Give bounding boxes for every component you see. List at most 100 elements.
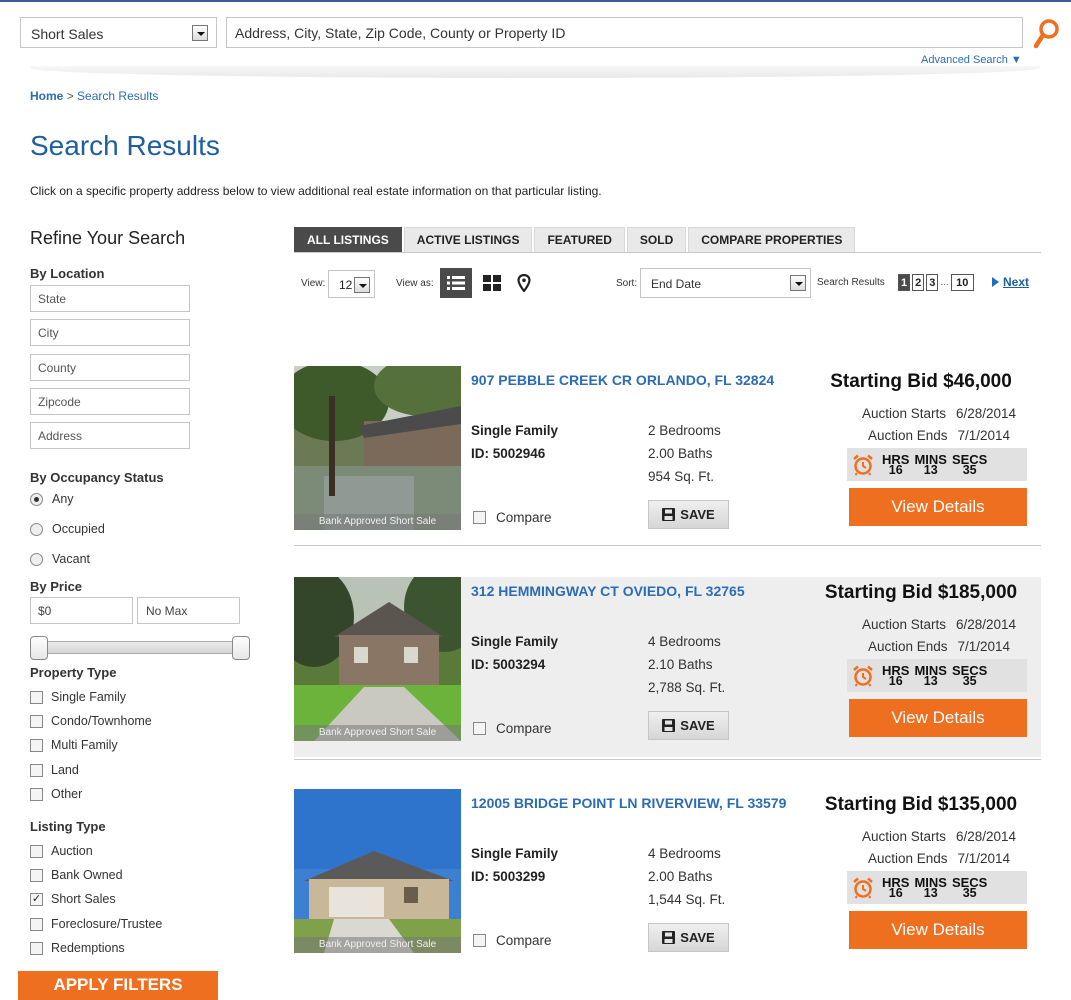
price-slider-track[interactable] <box>34 641 238 654</box>
radio-icon[interactable] <box>30 522 43 536</box>
tab-sold[interactable]: SOLD <box>626 227 687 252</box>
save-label: SAVE <box>680 930 715 945</box>
checkbox-icon[interactable] <box>30 941 43 955</box>
search-icon[interactable] <box>1033 18 1061 52</box>
starting-bid: Starting Bid $46,000 <box>830 371 1012 392</box>
property-photo[interactable]: Bank Approved Short Sale <box>294 789 461 953</box>
radio-icon[interactable] <box>30 552 43 566</box>
property-type-other[interactable]: Other <box>30 786 82 802</box>
zipcode-field[interactable] <box>30 388 190 415</box>
compare-checkbox[interactable]: Compare <box>473 933 552 948</box>
checkbox-icon[interactable] <box>30 917 43 931</box>
bedrooms: 4 Bedrooms <box>648 846 721 861</box>
checkbox-icon[interactable] <box>30 714 43 728</box>
checkbox-icon[interactable] <box>30 738 43 752</box>
listing-type-foreclosure[interactable]: Foreclosure/Trustee <box>30 916 162 932</box>
occupancy-vacant-radio[interactable]: Vacant <box>30 551 90 567</box>
square-feet: 954 Sq. Ft. <box>648 469 715 484</box>
checkbox-label: Auction <box>51 844 93 858</box>
list-view-button[interactable] <box>440 268 472 298</box>
checkbox-icon[interactable] <box>30 844 43 858</box>
auction-dates: Auction Starts 6/28/2014 Auction Ends 7/1/… <box>839 402 1039 446</box>
checkbox-icon[interactable] <box>30 868 43 882</box>
search-input-box[interactable] <box>226 17 1023 48</box>
county-field[interactable] <box>30 354 190 381</box>
property-type-condo[interactable]: Condo/Townhome <box>30 713 152 729</box>
price-slider-min-handle[interactable] <box>30 636 48 660</box>
view-details-button[interactable]: View Details <box>849 911 1027 949</box>
price-max-input[interactable] <box>138 598 239 623</box>
listing-address-link[interactable]: 12005 BRIDGE POINT LN RIVERVIEW, FL 3357… <box>471 794 791 813</box>
sort-value: End Date <box>651 277 702 291</box>
listing-address-link[interactable]: 312 HEMMINGWAY CT OVIEDO, FL 32765 <box>471 582 791 601</box>
property-type-land[interactable]: Land <box>30 762 79 778</box>
save-button[interactable]: SAVE <box>648 500 729 529</box>
price-min-input[interactable] <box>31 598 132 623</box>
property-photo[interactable]: Bank Approved Short Sale <box>294 366 461 530</box>
price-slider-max-handle[interactable] <box>232 636 250 660</box>
page-link[interactable]: 2 <box>912 274 925 291</box>
page-link-last[interactable]: 10 <box>950 274 974 291</box>
search-input[interactable] <box>227 18 1022 47</box>
occupancy-any-radio[interactable]: Any <box>30 491 74 507</box>
next-page-link[interactable]: Next <box>992 275 1029 289</box>
compare-checkbox[interactable]: Compare <box>473 721 552 736</box>
listing-type-redemptions[interactable]: Redemptions <box>30 940 125 956</box>
by-occupancy-label: By Occupancy Status <box>30 470 164 485</box>
checkbox-checked-icon[interactable]: ✓ <box>30 892 43 906</box>
advanced-search-link[interactable]: Advanced Search ▼ <box>921 54 1022 66</box>
tab-featured[interactable]: FEATURED <box>534 227 625 252</box>
tab-all-listings[interactable]: ALL LISTINGS <box>294 227 402 252</box>
save-button[interactable]: SAVE <box>648 923 729 952</box>
apply-filters-button[interactable]: APPLY FILTERS <box>18 971 218 1000</box>
map-view-button[interactable] <box>508 268 540 298</box>
checkbox-icon[interactable] <box>473 934 486 947</box>
listing-type-bank-owned[interactable]: Bank Owned <box>30 867 123 883</box>
city-input[interactable] <box>31 320 189 345</box>
state-input[interactable] <box>31 286 189 311</box>
grid-view-button[interactable] <box>476 268 508 298</box>
price-min-field[interactable] <box>30 597 133 624</box>
breadcrumb-home-link[interactable]: Home <box>30 89 63 103</box>
listing-type-short-sales[interactable]: ✓ Short Sales <box>30 891 116 907</box>
occupancy-occupied-radio[interactable]: Occupied <box>30 521 105 537</box>
save-button[interactable]: SAVE <box>648 711 729 740</box>
countdown-timer: HRS 16 MINS 13 SECS 35 <box>847 871 1027 904</box>
radio-selected-icon[interactable] <box>30 492 43 506</box>
checkbox-icon[interactable] <box>30 690 43 704</box>
listing-type-select-value: Short Sales <box>31 26 104 42</box>
checkbox-icon[interactable] <box>30 787 43 801</box>
alarm-clock-icon <box>853 665 873 687</box>
listing-type-select[interactable]: Short Sales <box>20 17 217 48</box>
state-field[interactable] <box>30 285 190 312</box>
checkbox-icon[interactable] <box>30 763 43 777</box>
address-input[interactable] <box>31 423 189 448</box>
compare-checkbox[interactable]: Compare <box>473 510 552 525</box>
chevron-down-icon[interactable] <box>192 25 208 41</box>
auction-ends-date: 7/1/2014 <box>957 427 1011 443</box>
page-link[interactable]: 3 <box>926 274 939 291</box>
listing-type-auction[interactable]: Auction <box>30 843 93 859</box>
view-details-button[interactable]: View Details <box>849 488 1027 526</box>
price-max-field[interactable] <box>137 597 240 624</box>
property-photo[interactable]: Bank Approved Short Sale <box>294 577 461 741</box>
auction-starts-date: 6/28/2014 <box>955 828 1017 844</box>
sort-select[interactable]: End Date <box>640 268 811 298</box>
chevron-down-icon[interactable] <box>354 277 370 293</box>
listing-card: Bank Approved Short Sale 907 PEBBLE CREE… <box>294 366 1041 546</box>
property-type-single-family[interactable]: Single Family <box>30 689 126 705</box>
view-count-select[interactable]: 12 <box>328 270 375 298</box>
county-input[interactable] <box>31 355 189 380</box>
city-field[interactable] <box>30 319 190 346</box>
checkbox-icon[interactable] <box>473 511 486 524</box>
tab-active-listings[interactable]: ACTIVE LISTINGS <box>403 227 533 252</box>
view-details-button[interactable]: View Details <box>849 699 1027 737</box>
listing-address-link[interactable]: 907 PEBBLE CREEK CR ORLANDO, FL 32824 <box>471 371 791 390</box>
tab-compare-properties[interactable]: COMPARE PROPERTIES <box>688 227 856 252</box>
property-type-multi-family[interactable]: Multi Family <box>30 737 118 753</box>
zipcode-input[interactable] <box>31 389 189 414</box>
checkbox-icon[interactable] <box>473 722 486 735</box>
address-field[interactable] <box>30 422 190 449</box>
page-link[interactable]: 1 <box>898 274 911 291</box>
chevron-down-icon[interactable] <box>790 275 806 291</box>
